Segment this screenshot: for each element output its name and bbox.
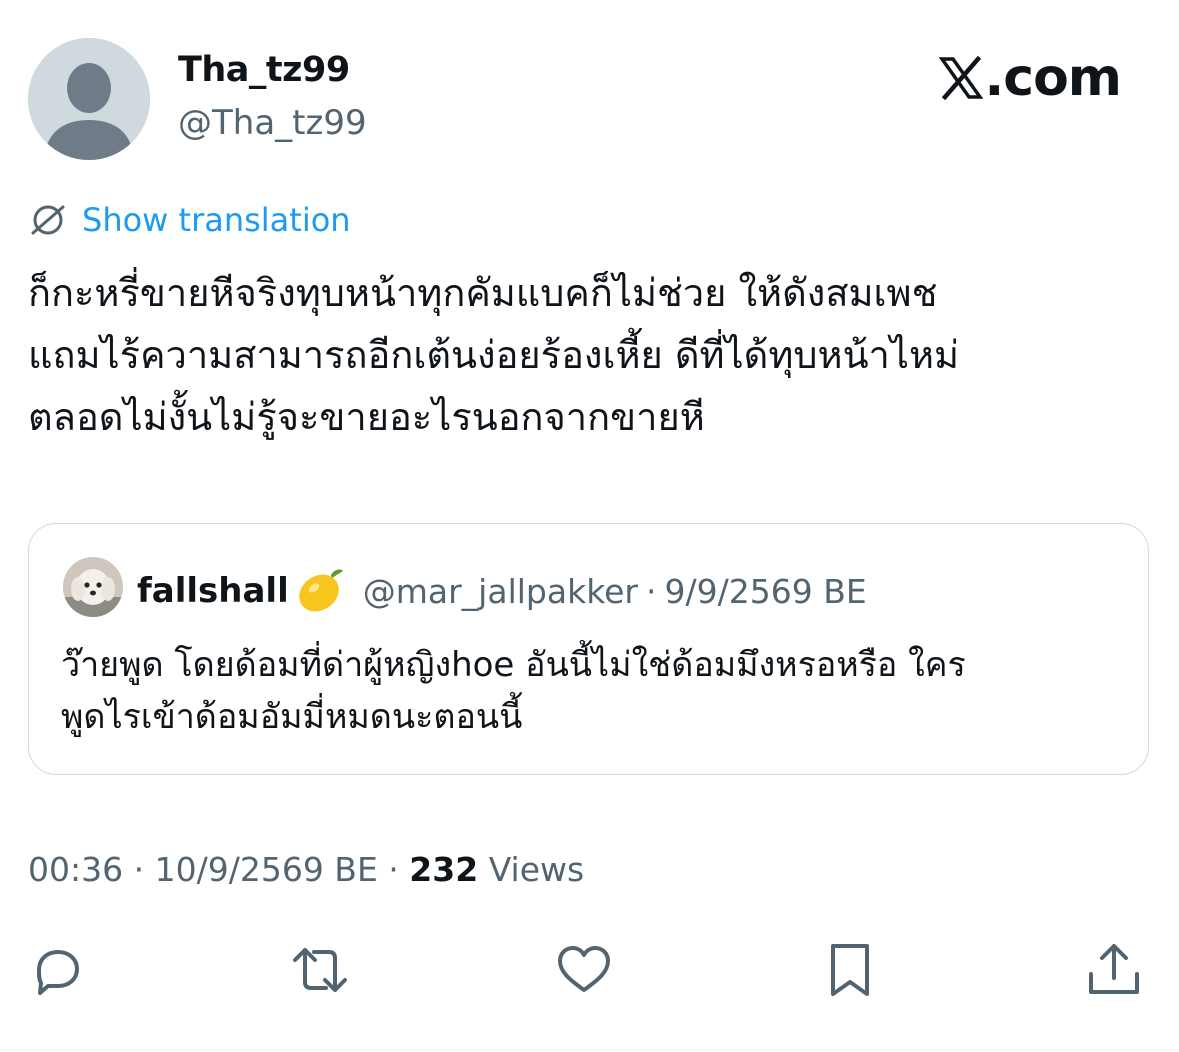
author-display-name[interactable]: Tha_tz99: [178, 50, 350, 90]
quoted-tweet-header: fallshall @mar_jallpakker · 9/9/2569 BE: [137, 565, 867, 617]
action-bar: [0, 938, 1179, 1002]
separator-dot: ·: [646, 571, 657, 611]
bottom-divider: [0, 1049, 1179, 1050]
tweet-date[interactable]: 10/9/2569 BE: [155, 850, 378, 889]
bookmark-button[interactable]: [818, 938, 882, 1002]
brand-label: .com: [984, 48, 1122, 108]
quoted-author-avatar[interactable]: [63, 557, 123, 617]
separator-dot: ·: [133, 850, 145, 889]
bookmark-icon: [831, 944, 869, 996]
heart-icon: [558, 946, 610, 992]
quoted-tweet-text-line: พูดไรเข้าด้อมอัมมี่หมดนะตอนนี้: [61, 697, 523, 737]
repost-icon: [293, 948, 347, 992]
tweet-meta: 00:36 · 10/9/2569 BE · 232 Views: [28, 850, 584, 889]
tweet-text-line: ตลอดไม่งั้นไม่รู้จะขายอะไรนอกจากขายหี: [28, 395, 705, 439]
show-translation-button[interactable]: Show translation: [28, 200, 351, 240]
author-handle[interactable]: @Tha_tz99: [178, 103, 367, 143]
separator-dot: ·: [388, 850, 399, 889]
tweet-text-line: แถมไร้ความสามารถอีกเต้นง่อยร้องเหี้ย ดีท…: [28, 333, 960, 377]
quoted-tweet-text-line: ว๊ายพูด โดยด้อมที่ด่าผู้หญิงhoe อันนี้ไม…: [61, 645, 966, 685]
repost-button[interactable]: [288, 938, 352, 1002]
show-translation-label: Show translation: [82, 201, 351, 239]
brand-watermark: .com: [938, 48, 1122, 108]
tweet-time[interactable]: 00:36: [28, 850, 123, 889]
tweet-text-line: ก็กะหรี่ขายหีจริงทุบหน้าทุกคัมแบคก็ไม่ช่…: [28, 271, 938, 315]
x-logo-icon: [938, 56, 983, 100]
dog-avatar-icon: [63, 557, 123, 617]
globe-icon: [31, 205, 65, 235]
share-button[interactable]: [1082, 938, 1146, 1002]
tweet-text: ก็กะหรี่ขายหีจริงทุบหน้าทุกคัมแบคก็ไม่ช่…: [28, 262, 1148, 448]
quoted-tweet-date[interactable]: 9/9/2569 BE: [665, 572, 867, 611]
quoted-tweet-card[interactable]: fallshall @mar_jallpakker · 9/9/2569 BE …: [28, 523, 1149, 775]
quoted-tweet-text: ว๊ายพูด โดยด้อมที่ด่าผู้หญิงhoe อันนี้ไม…: [61, 639, 1131, 743]
quoted-author-handle[interactable]: @mar_jallpakker: [363, 572, 638, 611]
author-avatar[interactable]: [28, 38, 150, 160]
reply-button[interactable]: [25, 938, 89, 1002]
default-user-avatar-icon: [28, 38, 150, 160]
quoted-author-name[interactable]: fallshall: [137, 571, 289, 611]
like-button[interactable]: [552, 938, 616, 1002]
views-count[interactable]: 232: [409, 850, 478, 889]
reply-icon: [37, 950, 79, 995]
share-icon: [1089, 944, 1139, 994]
views-label: Views: [488, 850, 585, 889]
lemon-icon: [293, 565, 345, 617]
